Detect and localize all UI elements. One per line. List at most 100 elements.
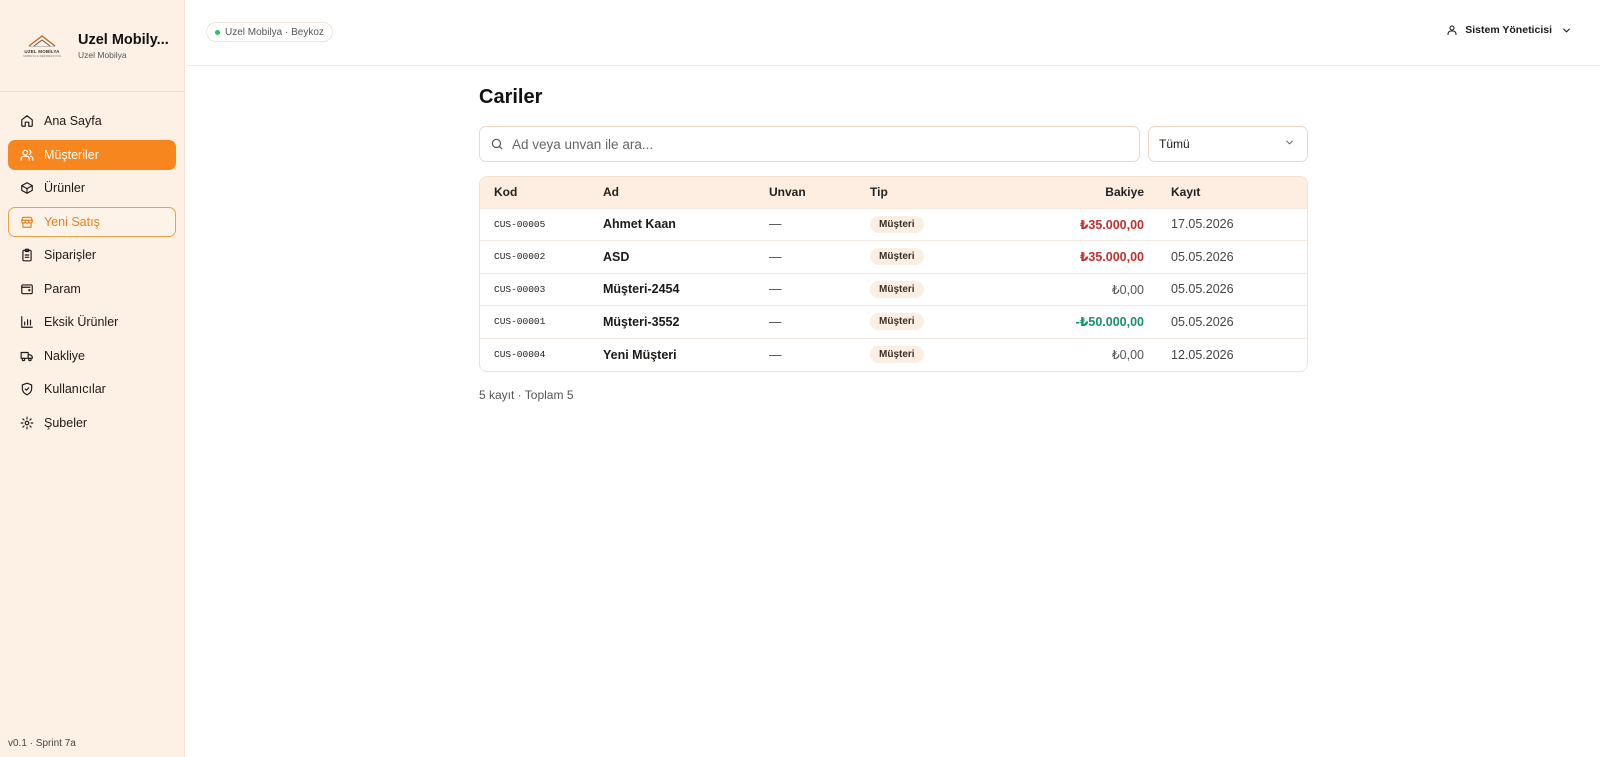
search-icon [490, 137, 504, 151]
sidebar-item-label: Müşteriler [44, 147, 99, 162]
sidebar: UZEL MOBİLYA MOBİLYA & DEKORASYON Uzel M… [0, 0, 185, 757]
users-icon [19, 147, 35, 163]
table-row[interactable]: CUS-00003 Müşteri-2454 — Müşteri ₺0,00 0… [480, 273, 1307, 306]
sidebar-item-label: Ana Sayfa [44, 114, 102, 128]
truck-icon [19, 348, 35, 364]
type-badge: Müşteri [870, 215, 924, 233]
page-title: Cariler [479, 86, 543, 108]
sidebar-item-eksik-urunler[interactable]: Eksik Ürünler [8, 307, 176, 337]
cell-bakiye: ₺0,00 [1111, 348, 1144, 362]
table-row[interactable]: CUS-00005 Ahmet Kaan — Müşteri ₺35.000,0… [480, 208, 1307, 241]
cell-bakiye: ₺35.000,00 [1079, 250, 1144, 265]
cell-kod: CUS-00003 [494, 283, 546, 295]
table-header-row: Kod Ad Unvan Tip Bakiye Kayıt [480, 177, 1307, 208]
cell-kod: CUS-00004 [494, 349, 546, 360]
user-icon [1446, 24, 1458, 36]
main-content: Cariler Tümü Kod Ad Unvan Tip Bakiye [479, 86, 1308, 402]
filter-bar: Tümü [479, 126, 1308, 162]
cell-kod: CUS-00001 [494, 316, 546, 328]
cell-bakiye: ₺0,00 [1111, 282, 1144, 297]
box-icon [19, 180, 35, 196]
status-dot [215, 29, 220, 35]
column-header-kayit[interactable]: Kayıt [1144, 177, 1307, 208]
sidebar-item-label: Param [44, 281, 81, 296]
type-filter-select[interactable]: Tümü [1148, 126, 1308, 162]
brand-logo[interactable]: UZEL MOBİLYA MOBİLYA & DEKORASYON [22, 31, 62, 61]
sidebar-item-label: Nakliye [44, 348, 85, 363]
type-filter-value: Tümü [1159, 137, 1190, 151]
clipboard-icon [19, 247, 35, 263]
column-header-ad[interactable]: Ad [603, 177, 769, 208]
user-menu[interactable]: Sistem Yöneticisi [1446, 24, 1572, 36]
table-row[interactable]: CUS-00004 Yeni Müşteri — Müşteri ₺0,00 1… [480, 338, 1307, 371]
cell-ad: Yeni Müşteri [603, 347, 677, 362]
bar-chart-icon [19, 314, 35, 330]
sidebar-item-label: Kullanıcılar [44, 382, 106, 396]
column-header-kod[interactable]: Kod [480, 177, 603, 208]
brand-subtitle: Uzel Mobilya [78, 49, 127, 60]
cell-ad: Ahmet Kaan [603, 217, 676, 232]
sidebar-item-ana-sayfa[interactable]: Ana Sayfa [8, 106, 176, 136]
brand-name: Uzel Mobily... [78, 31, 169, 48]
sidebar-item-siparisler[interactable]: Siparişler [8, 240, 176, 270]
cell-kod: CUS-00002 [494, 251, 546, 263]
cell-unvan: — [769, 249, 782, 264]
logo-subtext: MOBİLYA & DEKORASYON [23, 53, 61, 58]
sidebar-item-label: Yeni Satış [44, 214, 100, 229]
cell-ad: Müşteri-2454 [603, 282, 680, 297]
column-header-bakiye[interactable]: Bakiye [985, 177, 1144, 208]
cell-unvan: — [769, 347, 782, 362]
branch-label: Uzel Mobilya · Beykoz [225, 26, 324, 38]
chevron-down-icon [1284, 137, 1295, 151]
shield-icon [19, 381, 35, 397]
table-row[interactable]: CUS-00001 Müşteri-3552 — Müşteri -₺50.00… [480, 305, 1307, 339]
gear-icon [19, 415, 35, 431]
sidebar-item-kullanicilar[interactable]: Kullanıcılar [8, 374, 176, 404]
branch-indicator[interactable]: Uzel Mobilya · Beykoz [206, 22, 333, 42]
search-box[interactable] [479, 126, 1140, 162]
cell-bakiye: ₺35.000,00 [1079, 217, 1144, 232]
sidebar-item-label: Ürünler [44, 181, 85, 195]
cell-bakiye: -₺50.000,00 [1075, 315, 1144, 330]
wallet-icon [19, 281, 35, 297]
sidebar-item-urunler[interactable]: Ürünler [8, 173, 176, 203]
home-icon [19, 113, 35, 129]
type-badge: Müşteri [870, 346, 924, 363]
app-version: v0.1 · Sprint 7a [8, 738, 76, 749]
cell-kod: CUS-00005 [494, 218, 546, 230]
user-name: Sistem Yöneticisi [1465, 24, 1552, 36]
cell-unvan: — [769, 217, 782, 232]
cell-kayit: 17.05.2026 [1171, 217, 1234, 232]
sidebar-item-yeni-satis[interactable]: Yeni Satış [8, 206, 176, 237]
sidebar-nav: Ana Sayfa Müşteriler Ürünler Yeni Satış … [0, 92, 184, 438]
chevron-down-icon [1561, 25, 1572, 36]
cell-ad: ASD [603, 249, 630, 264]
cell-kayit: 05.05.2026 [1171, 249, 1234, 264]
top-header: Uzel Mobilya · Beykoz Sistem Yöneticisi [186, 0, 1600, 66]
sidebar-item-subeler[interactable]: Şubeler [8, 408, 176, 438]
sidebar-item-label: Şubeler [44, 415, 88, 430]
cell-unvan: — [769, 314, 782, 329]
search-input[interactable] [512, 136, 1112, 152]
column-header-tip[interactable]: Tip [870, 177, 985, 208]
sidebar-item-label: Eksik Ürünler [44, 315, 119, 329]
customers-table: Kod Ad Unvan Tip Bakiye Kayıt CUS-00005 … [479, 176, 1308, 372]
type-badge: Müşteri [870, 280, 924, 298]
column-header-unvan[interactable]: Unvan [769, 177, 870, 208]
cell-kayit: 05.05.2026 [1171, 314, 1234, 329]
brand-header: UZEL MOBİLYA MOBİLYA & DEKORASYON Uzel M… [0, 0, 184, 92]
table-summary: 5 kayıt · Toplam 5 [479, 387, 574, 402]
cell-ad: Müşteri-3552 [603, 314, 680, 329]
sidebar-item-param[interactable]: Param [8, 274, 176, 304]
cell-kayit: 12.05.2026 [1171, 347, 1234, 362]
type-badge: Müşteri [870, 248, 924, 266]
logo-roof-icon [28, 34, 56, 47]
store-icon [19, 214, 35, 230]
type-badge: Müşteri [870, 313, 924, 331]
cell-kayit: 05.05.2026 [1171, 282, 1234, 297]
table-row[interactable]: CUS-00002 ASD — Müşteri ₺35.000,00 05.05… [480, 240, 1307, 274]
cell-unvan: — [769, 282, 782, 297]
sidebar-item-label: Siparişler [44, 248, 97, 262]
sidebar-item-nakliye[interactable]: Nakliye [8, 341, 176, 371]
sidebar-item-musteriler[interactable]: Müşteriler [8, 139, 176, 170]
